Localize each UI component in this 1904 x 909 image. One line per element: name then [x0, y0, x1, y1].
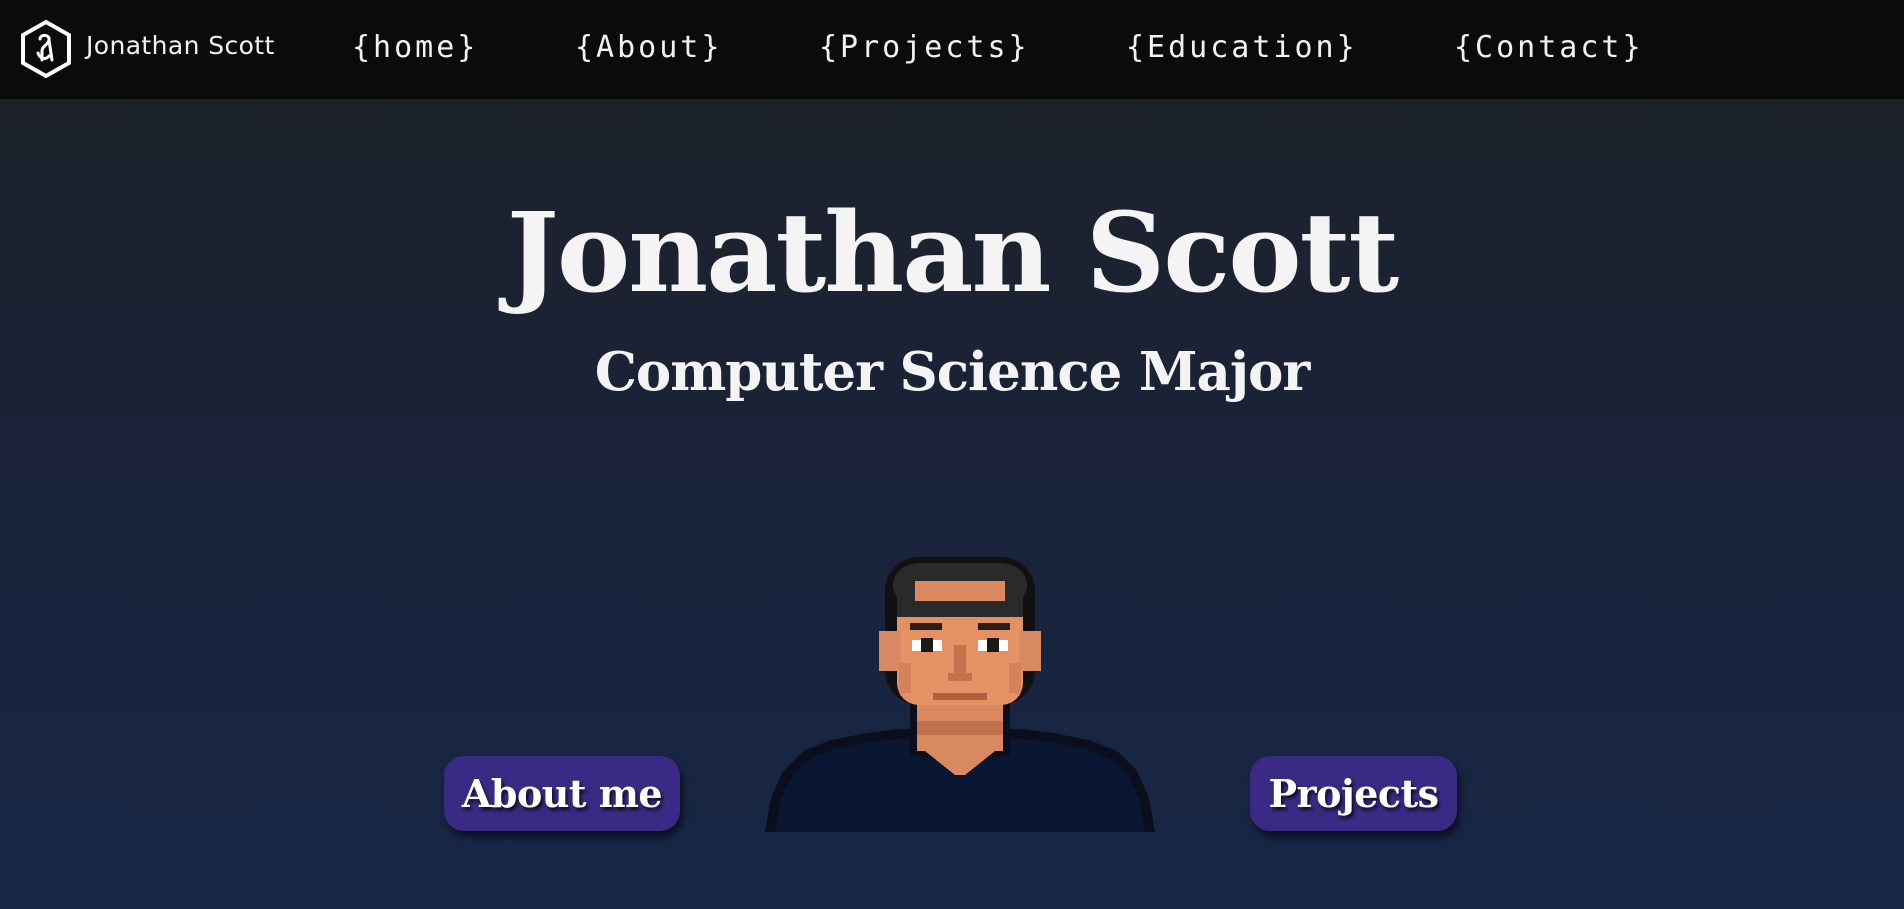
brand-name[interactable]: Jonathan Scott	[86, 31, 275, 60]
hexagon-logo-icon[interactable]	[18, 19, 74, 79]
nav-link-contact[interactable]: {Contact}	[1454, 30, 1644, 65]
nav-link-about[interactable]: {About}	[575, 30, 722, 65]
nav-link-home[interactable]: {home}	[352, 30, 478, 65]
pixel-avatar-icon	[765, 557, 1155, 832]
nav-link-projects[interactable]: {Projects}	[819, 30, 1030, 65]
about-me-button[interactable]: About me	[444, 756, 680, 831]
hero-title: Jonathan Scott	[506, 188, 1399, 317]
nav-link-education[interactable]: {Education}	[1126, 30, 1358, 65]
top-navbar: Jonathan Scott {home} {About} {Projects}…	[0, 0, 1904, 99]
hero-subtitle: Computer Science Major	[594, 341, 1311, 403]
projects-button[interactable]: Projects	[1250, 756, 1457, 831]
